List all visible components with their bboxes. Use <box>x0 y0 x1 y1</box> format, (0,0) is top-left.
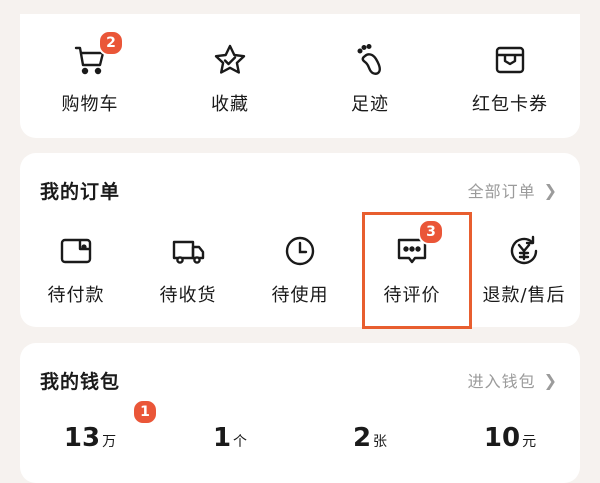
wallet-item-count[interactable]: 1个 <box>160 423 300 453</box>
order-refund[interactable]: 退款/售后 <box>468 231 580 307</box>
shortcut-label: 足迹 <box>351 94 389 115</box>
wallet-unit: 个 <box>233 434 248 450</box>
wallet-icon <box>56 231 96 271</box>
enter-wallet-label: 进入钱包 <box>467 372 536 391</box>
refund-icon <box>504 231 544 271</box>
order-label: 待评价 <box>383 285 441 306</box>
cart-badge: 2 <box>98 30 124 56</box>
wallet-unit: 万 <box>102 434 117 450</box>
review-badge: 3 <box>418 219 444 245</box>
wallet-title: 我的钱包 <box>40 371 121 393</box>
wallet-item-points[interactable]: 13 万 1 <box>20 399 160 453</box>
truck-icon <box>168 231 208 271</box>
wallet-item-cards[interactable]: 2张 <box>300 423 440 453</box>
clock-icon <box>280 231 320 271</box>
cart-icon: 2 <box>70 30 124 80</box>
wallet-badge: 1 <box>132 399 158 425</box>
order-label: 待使用 <box>271 285 329 306</box>
order-pending-review[interactable]: 3 待评价 <box>356 219 468 307</box>
wallet-card-icon <box>490 40 530 80</box>
wallet-unit: 张 <box>373 434 388 450</box>
wallet-value: 10 <box>483 423 521 453</box>
star-icon <box>210 40 250 80</box>
wallet-unit: 元 <box>522 434 537 450</box>
wallet-value: 2 <box>352 423 372 453</box>
order-pending-use[interactable]: 待使用 <box>244 231 356 307</box>
order-label: 待收货 <box>159 285 217 306</box>
footprint-icon <box>350 40 390 80</box>
wallet-value: 13 <box>63 423 101 453</box>
shortcut-cart[interactable]: 2 购物车 <box>20 30 160 116</box>
shortcuts-card: 2 购物车 收藏 足迹 红包卡券 <box>20 14 580 138</box>
order-pending-payment[interactable]: 待付款 <box>20 231 132 307</box>
chevron-right-icon: ❯ <box>543 370 558 390</box>
order-label: 退款/售后 <box>482 285 566 306</box>
all-orders-link[interactable]: 全部订单 ❯ <box>468 178 558 202</box>
order-pending-receipt[interactable]: 待收货 <box>132 231 244 307</box>
all-orders-label: 全部订单 <box>467 182 536 201</box>
shortcut-label: 红包卡券 <box>472 94 548 115</box>
shortcut-label: 购物车 <box>61 94 119 115</box>
chevron-right-icon: ❯ <box>543 180 558 200</box>
orders-card: 我的订单 全部订单 ❯ 待付款 待收货 待使用 3 待评价 退款/售后 <box>20 153 580 327</box>
wallet-value: 1 <box>212 423 232 453</box>
order-label: 待付款 <box>47 285 105 306</box>
wallet-card: 我的钱包 进入钱包 ❯ 13 万 1 1个 2张 10 元 <box>20 343 580 483</box>
shortcut-coupons[interactable]: 红包卡券 <box>440 40 580 116</box>
shortcut-label: 收藏 <box>211 94 249 115</box>
comment-icon: 3 <box>392 219 444 271</box>
enter-wallet-link[interactable]: 进入钱包 ❯ <box>468 368 558 392</box>
wallet-item-balance[interactable]: 10 元 <box>440 423 580 453</box>
orders-title: 我的订单 <box>40 181 121 203</box>
shortcut-favorites[interactable]: 收藏 <box>160 40 300 116</box>
shortcut-footprints[interactable]: 足迹 <box>300 40 440 116</box>
